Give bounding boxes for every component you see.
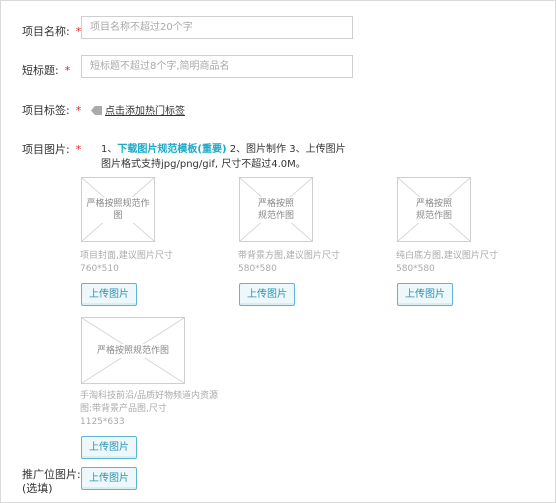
add-tags-link[interactable]: 点击添加热门标签	[91, 102, 185, 117]
image-caption-background-square: 带背景方图,建议图片尺寸 580*580	[238, 250, 378, 276]
project-tags-label: 项目标签: *	[22, 102, 81, 118]
image-placeholder-background-square: 严格按照规范作图	[239, 177, 313, 242]
caption-text: 项目封面,建议图片尺寸	[80, 251, 173, 261]
project-images-label-text: 项目图片:	[22, 143, 70, 156]
download-template-link[interactable]: 下载图片规范模板(重要)	[117, 144, 226, 155]
project-name-label: 项目名称: *	[22, 23, 81, 39]
short-title-label: 短标题: *	[22, 62, 70, 78]
caption-text: 带背景方图,建议图片尺寸	[238, 251, 340, 261]
upload-promo-image-button[interactable]: 上传图片	[81, 467, 137, 490]
placeholder-text: 严格按照规范作图	[412, 196, 456, 223]
image-instructions-line2: 图片格式支持jpg/png/gif, 尺寸不超过4.0M。	[101, 159, 306, 170]
short-title-label-text: 短标题:	[22, 64, 59, 77]
upload-white-square-button[interactable]: 上传图片	[397, 283, 453, 306]
image-caption-channel-resource: 手淘科技前沿/品质好物频道内资源图:带背景产品图,尺寸 1125*633	[80, 390, 220, 429]
caption-size: 760*510	[80, 264, 119, 274]
caption-size: 1125*633	[80, 417, 125, 427]
project-name-label-text: 项目名称:	[22, 25, 70, 38]
required-mark: *	[64, 64, 71, 77]
add-tags-link-text[interactable]: 点击添加热门标签	[105, 106, 185, 117]
short-title-input[interactable]	[81, 55, 353, 78]
upload-background-square-button[interactable]: 上传图片	[239, 283, 295, 306]
project-name-input[interactable]	[81, 16, 353, 39]
placeholder-text: 严格按照规范作图	[254, 196, 298, 223]
upload-channel-resource-button[interactable]: 上传图片	[81, 436, 137, 459]
image-caption-white-square: 纯白底方图,建议图片尺寸 580*580	[396, 250, 536, 276]
promo-image-label-text: 推广位图片:	[22, 468, 81, 481]
image-placeholder-cover: 严格按照规范作图	[81, 177, 155, 242]
required-mark: *	[75, 143, 82, 156]
promo-image-label: 推广位图片: (选填)	[22, 468, 81, 496]
caption-text: 纯白底方图,建议图片尺寸	[396, 251, 498, 261]
caption-text: 手淘科技前沿/品质好物频道内资源图:带背景产品图,尺寸	[80, 391, 219, 414]
caption-size: 580*580	[238, 264, 277, 274]
image-instructions-line1: 1、下载图片规范模板(重要) 2、图片制作 3、上传图片	[101, 140, 346, 155]
instruction-steps-rest: 2、图片制作 3、上传图片	[226, 144, 346, 155]
project-tags-label-text: 项目标签:	[22, 104, 70, 117]
instruction-step-1: 1、	[101, 144, 118, 155]
placeholder-text: 严格按照规范作图	[84, 196, 152, 223]
image-placeholder-white-square: 严格按照规范作图	[397, 177, 471, 242]
required-mark: *	[75, 104, 82, 117]
image-caption-cover: 项目封面,建议图片尺寸 760*510	[80, 250, 220, 276]
promo-image-optional-text: (选填)	[22, 482, 53, 495]
tag-icon	[91, 106, 102, 115]
project-images-label: 项目图片: *	[22, 141, 81, 157]
upload-cover-button[interactable]: 上传图片	[81, 283, 137, 306]
placeholder-text: 严格按照规范作图	[84, 343, 182, 358]
caption-size: 580*580	[396, 264, 435, 274]
image-placeholder-channel-resource: 严格按照规范作图	[81, 317, 185, 384]
